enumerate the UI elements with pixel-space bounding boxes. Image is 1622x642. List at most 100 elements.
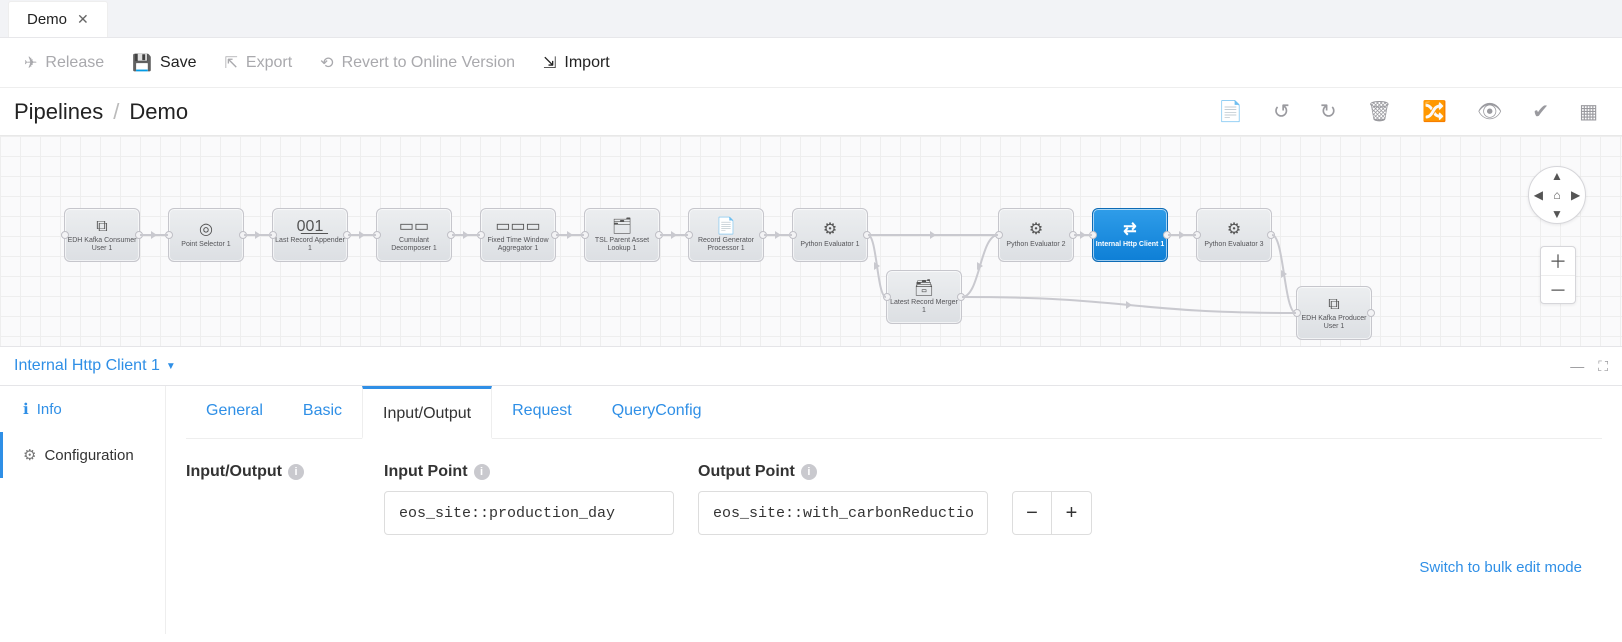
nav-home-icon[interactable]: ⌂ <box>1548 186 1567 205</box>
minimize-icon[interactable]: — <box>1570 358 1584 375</box>
pipeline-node[interactable]: 🗃Latest Record Merger 1 <box>886 270 962 324</box>
undo-icon[interactable]: ↺ <box>1273 99 1290 124</box>
port-in[interactable] <box>477 231 485 239</box>
node-label: Point Selector 1 <box>181 241 230 249</box>
eye-icon[interactable]: 👁 <box>1477 99 1502 124</box>
expand-icon[interactable]: ⛶ <box>1598 358 1608 375</box>
pipeline-node[interactable]: ◎Point Selector 1 <box>168 208 244 262</box>
port-in[interactable] <box>883 293 891 301</box>
node-label: Record Generator Processor 1 <box>691 237 761 252</box>
file-tab[interactable]: Demo ✕ <box>8 1 108 37</box>
port-out[interactable] <box>135 231 143 239</box>
port-out[interactable] <box>551 231 559 239</box>
node-label: TSL Parent Asset Lookup 1 <box>587 237 657 252</box>
node-icon: ⚙ <box>1029 221 1043 239</box>
pipeline-node[interactable]: 0̲0̲1̲Last Record Appender 1 <box>272 208 348 262</box>
port-out[interactable] <box>343 231 351 239</box>
pipeline-node[interactable]: 🗂TSL Parent Asset Lookup 1 <box>584 208 660 262</box>
close-icon[interactable]: ✕ <box>77 11 89 28</box>
zoom-out-button[interactable]: － <box>1541 275 1575 303</box>
port-out[interactable] <box>447 231 455 239</box>
file-icon[interactable]: 📄 <box>1218 99 1243 124</box>
remove-row-button[interactable]: − <box>1012 491 1052 535</box>
port-out[interactable] <box>1069 231 1077 239</box>
chevron-down-icon: ▼ <box>166 361 176 372</box>
output-point-input[interactable] <box>698 491 988 535</box>
io-form: Input/Output i Input Point i Output Poin… <box>186 463 1602 535</box>
export-button[interactable]: ⇱ Export <box>225 53 293 73</box>
port-out[interactable] <box>239 231 247 239</box>
breadcrumb-root[interactable]: Pipelines <box>14 99 103 125</box>
nav-left-icon[interactable]: ◀ <box>1529 186 1548 205</box>
port-out[interactable] <box>957 293 965 301</box>
node-icon: 📄 <box>716 218 736 236</box>
pipeline-node[interactable]: ⚙Python Evaluator 2 <box>998 208 1074 262</box>
info-circle-icon[interactable]: i <box>474 464 490 480</box>
redo-icon[interactable]: ↻ <box>1320 99 1337 124</box>
edge-arrow-icon <box>977 262 983 270</box>
node-icon: 0̲0̲1̲ <box>297 218 324 236</box>
bulk-edit-link[interactable]: Switch to bulk edit mode <box>186 559 1602 576</box>
panel-title-dropdown[interactable]: Internal Http Client 1 ▼ <box>14 357 176 375</box>
nav-down-icon[interactable]: ▼ <box>1548 204 1567 223</box>
port-out[interactable] <box>1267 231 1275 239</box>
pipeline-node[interactable]: 📄Record Generator Processor 1 <box>688 208 764 262</box>
breadcrumb: Pipelines / Demo <box>14 99 188 125</box>
port-in[interactable] <box>269 231 277 239</box>
file-tab-label: Demo <box>27 11 67 28</box>
nav-up-icon[interactable]: ▲ <box>1548 167 1567 186</box>
pipeline-node[interactable]: ⧉EDH Kafka Producer User 1 <box>1296 286 1372 340</box>
node-icon: ⚙ <box>823 221 837 239</box>
import-button[interactable]: ⇲ Import <box>543 53 610 73</box>
nav-right-icon[interactable]: ▶ <box>1566 186 1585 205</box>
pipeline-node[interactable]: ⧉EDH Kafka Consumer User 1 <box>64 208 140 262</box>
apps-icon[interactable]: ▦ <box>1579 99 1598 124</box>
node-label: Python Evaluator 1 <box>800 241 859 249</box>
revert-button[interactable]: ⟲ Revert to Online Version <box>320 53 515 73</box>
port-out[interactable] <box>759 231 767 239</box>
port-out[interactable] <box>1163 231 1171 239</box>
left-menu-info[interactable]: ℹ Info <box>0 386 165 432</box>
port-in[interactable] <box>1089 231 1097 239</box>
port-in[interactable] <box>165 231 173 239</box>
port-in[interactable] <box>373 231 381 239</box>
pipeline-node[interactable]: ⇄Internal Http Client 1 <box>1092 208 1168 262</box>
tab-general[interactable]: General <box>186 386 283 438</box>
left-menu-configuration[interactable]: ⚙ Configuration <box>0 432 165 478</box>
port-out[interactable] <box>655 231 663 239</box>
port-out[interactable] <box>863 231 871 239</box>
pipeline-node[interactable]: ▭▭Cumulant Decomposer 1 <box>376 208 452 262</box>
release-button[interactable]: ✈ Release <box>24 53 104 73</box>
trash-icon[interactable]: 🗑 <box>1367 99 1392 124</box>
nav-control[interactable]: ▲ ◀⌂▶ ▼ <box>1528 166 1586 224</box>
info-circle-icon[interactable]: i <box>288 464 304 480</box>
pipeline-canvas[interactable]: ⧉EDH Kafka Consumer User 1 ◎Point Selecto… <box>0 136 1622 346</box>
info-circle-icon[interactable]: i <box>801 464 817 480</box>
port-in[interactable] <box>1193 231 1201 239</box>
edge-arrow-icon <box>671 231 677 239</box>
shuffle-icon[interactable]: 🔀 <box>1422 99 1447 124</box>
tab-queryconfig[interactable]: QueryConfig <box>592 386 722 438</box>
port-in[interactable] <box>581 231 589 239</box>
port-in[interactable] <box>685 231 693 239</box>
release-label: Release <box>45 54 104 72</box>
tab-request[interactable]: Request <box>492 386 592 438</box>
port-in[interactable] <box>995 231 1003 239</box>
pipeline-node[interactable]: ⚙Python Evaluator 3 <box>1196 208 1272 262</box>
pipeline-node[interactable]: ⚙ Python Evaluator 1 <box>792 208 868 262</box>
check-circle-icon[interactable]: ✔ <box>1532 99 1549 124</box>
tab-basic[interactable]: Basic <box>283 386 362 438</box>
pipeline-node[interactable]: ▭▭▭Fixed Time Window Aggregator 1 <box>480 208 556 262</box>
port-in[interactable] <box>1293 309 1301 317</box>
tab-io[interactable]: Input/Output <box>362 386 492 439</box>
port-in[interactable] <box>789 231 797 239</box>
port-in[interactable] <box>61 231 69 239</box>
port-out[interactable] <box>1367 309 1375 317</box>
save-button[interactable]: 💾 Save <box>132 53 196 73</box>
save-icon: 💾 <box>132 53 152 73</box>
input-point-input[interactable] <box>384 491 674 535</box>
zoom-in-button[interactable]: ＋ <box>1541 247 1575 275</box>
panel-body: ℹ Info ⚙ Configuration General Basic Inp… <box>0 386 1622 634</box>
left-menu-info-label: Info <box>37 401 62 418</box>
add-row-button[interactable]: + <box>1052 491 1092 535</box>
